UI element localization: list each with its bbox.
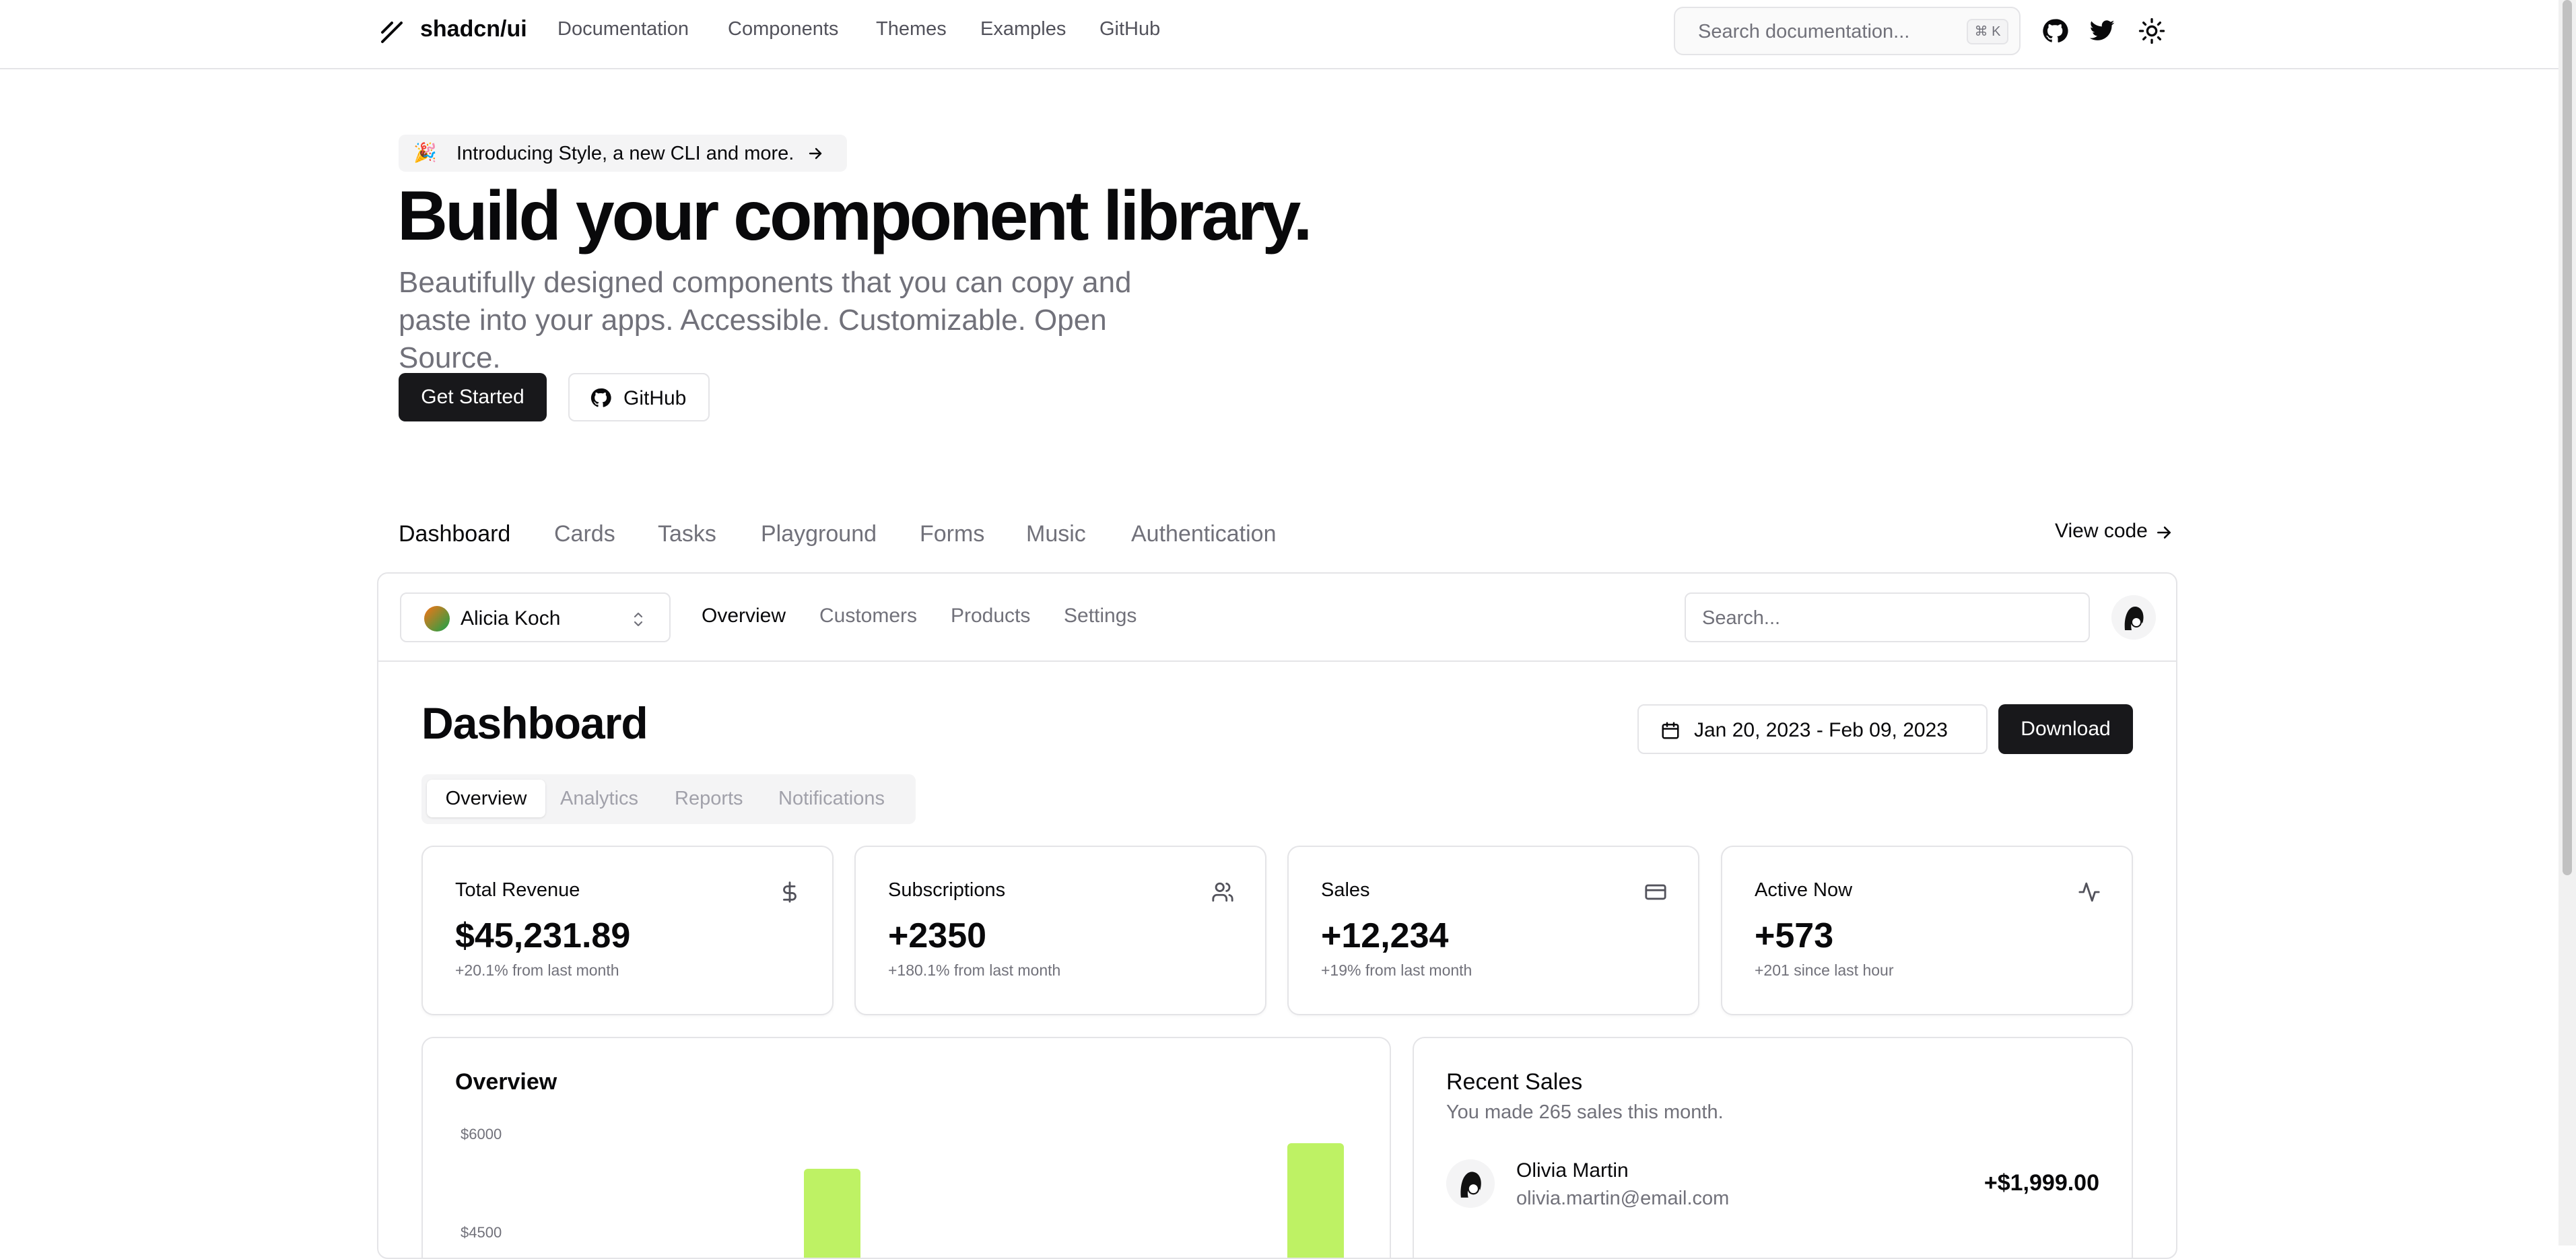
tab-playground[interactable]: Playground xyxy=(761,521,877,547)
nav-documentation[interactable]: Documentation xyxy=(557,18,689,40)
date-range-label: Jan 20, 2023 - Feb 09, 2023 xyxy=(1694,719,1948,741)
date-range-picker[interactable]: Jan 20, 2023 - Feb 09, 2023 xyxy=(1637,704,1988,754)
search-shortcut-badge: ⌘ K xyxy=(1967,19,2008,44)
recent-sales-subtitle: You made 265 sales this month. xyxy=(1446,1101,1724,1123)
hero-subtitle-line: Beautifully designed components that you… xyxy=(399,266,1132,299)
stat-card-active-now: Active Now +573 +201 since last hour xyxy=(1721,846,2133,1015)
docs-search-input[interactable]: Search documentation... ⌘ K xyxy=(1674,7,2021,55)
stat-card-value: +573 xyxy=(1755,916,1834,955)
stat-card-title: Sales xyxy=(1321,879,1370,901)
demo-topbar: Alicia Koch Overview Customers Products … xyxy=(378,574,2176,662)
team-switcher[interactable]: Alicia Koch xyxy=(400,592,671,642)
chevrons-up-down-icon xyxy=(634,612,643,627)
tab-music[interactable]: Music xyxy=(1026,521,1086,547)
view-code-label: View code xyxy=(2055,520,2148,542)
page-title: Dashboard xyxy=(421,698,648,748)
docs-search-placeholder: Search documentation... xyxy=(1698,21,1910,42)
calendar-icon xyxy=(1662,722,1679,739)
github-button[interactable]: GitHub xyxy=(568,373,710,421)
twitter-icon[interactable] xyxy=(2089,18,2115,44)
customer-avatar-icon xyxy=(1446,1159,1495,1208)
demo-nav-settings[interactable]: Settings xyxy=(1064,605,1137,627)
tab-dashboard[interactable]: Dashboard xyxy=(399,521,510,547)
hero-subtitle-line: paste into your apps. Accessible. Custom… xyxy=(399,304,1107,374)
customer-email: olivia.martin@email.com xyxy=(1516,1188,1730,1209)
demo-nav-overview[interactable]: Overview xyxy=(702,605,786,627)
announcement-text: Introducing Style, a new CLI and more. xyxy=(456,143,794,164)
stat-card-title: Active Now xyxy=(1755,879,1853,901)
party-icon: 🎉 xyxy=(413,142,437,163)
y-axis-tick: $4500 xyxy=(461,1224,502,1241)
activity-icon xyxy=(2078,882,2100,902)
overview-chart-panel: Overview $6000 $4500 xyxy=(421,1037,1391,1258)
recent-sales-panel: Recent Sales You made 265 sales this mon… xyxy=(1413,1037,2133,1258)
dashboard-subtabs: Overview Analytics Reports Notifications xyxy=(421,774,916,824)
hero-subtitle: Beautifully designed components that you… xyxy=(399,264,1207,377)
logo-icon[interactable] xyxy=(378,19,405,46)
hero-title: Build your component library. xyxy=(397,177,1313,255)
y-axis-tick: $6000 xyxy=(461,1126,502,1143)
dollar-icon xyxy=(783,881,796,903)
site-header: shadcn/ui Documentation Components Theme… xyxy=(0,0,2558,69)
get-started-button[interactable]: Get Started xyxy=(399,373,547,421)
github-icon xyxy=(590,388,611,407)
arrow-right-icon xyxy=(2157,526,2171,539)
view-code-link[interactable]: View code xyxy=(2055,520,2148,543)
customer-name: Olivia Martin xyxy=(1516,1159,1629,1182)
subtab-analytics[interactable]: Analytics xyxy=(560,788,638,810)
team-name: Alicia Koch xyxy=(461,607,561,630)
sale-amount: +$1,999.00 xyxy=(1984,1170,2099,1196)
demo-search-placeholder: Search... xyxy=(1702,607,1781,629)
recent-sales-title: Recent Sales xyxy=(1446,1069,1583,1095)
nav-github[interactable]: GitHub xyxy=(1099,18,1160,40)
arrow-right-icon xyxy=(809,147,822,160)
tab-cards[interactable]: Cards xyxy=(554,521,615,547)
chart-bar xyxy=(1287,1143,1344,1258)
stat-card-value: +12,234 xyxy=(1321,916,1449,955)
stat-card-value: $45,231.89 xyxy=(455,916,631,955)
user-avatar[interactable] xyxy=(2111,595,2156,640)
stat-card-sub: +201 since last hour xyxy=(1755,961,1894,979)
sun-icon[interactable] xyxy=(2138,18,2165,44)
user-avatar-icon xyxy=(2111,595,2156,640)
subtab-overview[interactable]: Overview xyxy=(427,780,545,817)
users-icon xyxy=(1212,882,1233,902)
tab-authentication[interactable]: Authentication xyxy=(1131,521,1277,547)
subtab-notifications[interactable]: Notifications xyxy=(778,788,885,810)
download-button[interactable]: Download xyxy=(1998,704,2133,754)
nav-themes[interactable]: Themes xyxy=(876,18,947,40)
credit-card-icon xyxy=(1645,884,1666,900)
nav-examples[interactable]: Examples xyxy=(980,18,1066,40)
dashboard-demo-frame: Alicia Koch Overview Customers Products … xyxy=(377,572,2177,1259)
team-avatar xyxy=(424,606,450,632)
stat-card-subscriptions: Subscriptions +2350 +180.1% from last mo… xyxy=(854,846,1266,1015)
github-button-label: GitHub xyxy=(623,387,687,409)
page-scrollbar[interactable] xyxy=(2558,0,2576,1246)
nav-components[interactable]: Components xyxy=(728,18,838,40)
tab-tasks[interactable]: Tasks xyxy=(658,521,716,547)
stat-card-value: +2350 xyxy=(888,916,987,955)
demo-search-input[interactable]: Search... xyxy=(1685,592,2090,642)
stat-card-title: Total Revenue xyxy=(455,879,580,901)
stat-card-sales: Sales +12,234 +19% from last month xyxy=(1287,846,1699,1015)
stat-card-sub: +19% from last month xyxy=(1321,961,1472,979)
tab-forms[interactable]: Forms xyxy=(920,521,984,547)
overview-title: Overview xyxy=(455,1069,557,1095)
customer-avatar xyxy=(1446,1159,1495,1208)
stat-card-title: Subscriptions xyxy=(888,879,1006,901)
github-icon[interactable] xyxy=(2041,18,2068,44)
demo-nav-products[interactable]: Products xyxy=(951,605,1030,627)
brand-name[interactable]: shadcn/ui xyxy=(420,16,527,42)
announcement-pill[interactable]: 🎉 Introducing Style, a new CLI and more. xyxy=(399,135,847,172)
subtab-reports[interactable]: Reports xyxy=(675,788,743,810)
demo-nav-customers[interactable]: Customers xyxy=(819,605,917,627)
stat-card-sub: +180.1% from last month xyxy=(888,961,1061,979)
stat-card-sub: +20.1% from last month xyxy=(455,961,619,979)
scrollbar-thumb[interactable] xyxy=(2563,0,2572,875)
stat-card-total-revenue: Total Revenue $45,231.89 +20.1% from las… xyxy=(421,846,834,1015)
